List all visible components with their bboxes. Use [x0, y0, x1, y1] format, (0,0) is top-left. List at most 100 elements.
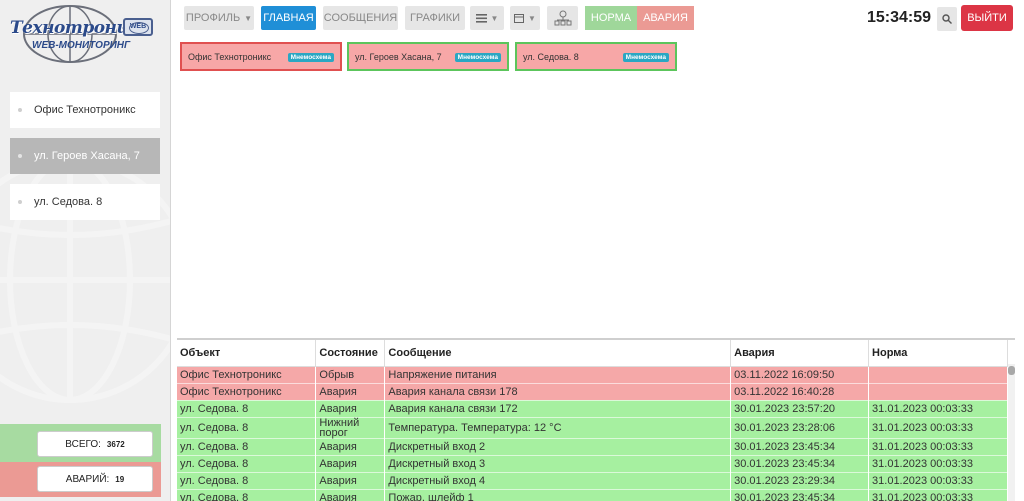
table-row[interactable]: ул. Седова. 8 Авария Дискретный вход 3 30.0…: [177, 455, 1008, 473]
table-cell: 31.01.2023 00:03:33: [868, 489, 1008, 501]
card-label: ул. Героев Хасана, 7: [355, 51, 442, 62]
table-cell: Дискретный вход 2: [384, 438, 732, 456]
column-header-object[interactable]: Объект: [177, 340, 317, 367]
table-scrollbar[interactable]: [1008, 364, 1015, 501]
table-cell: Авария: [315, 400, 386, 418]
table-cell: 31.01.2023 00:03:33: [868, 438, 1008, 456]
table-cell: 30.01.2023 23:29:34: [730, 472, 870, 490]
sidebar-item-label: Офис Технотроникс: [34, 104, 136, 116]
alarms-count-button[interactable]: АВАРИЙ: 19: [37, 466, 153, 492]
column-header-norm[interactable]: Норма: [868, 340, 1008, 367]
total-panel: ВСЕГО: 3672: [0, 424, 161, 462]
table-row[interactable]: ул. Седова. 8 Авария Пожар, шлейф 1 30.01.2…: [177, 489, 1008, 501]
table-cell: 31.01.2023 00:03:33: [868, 400, 1008, 418]
main-button[interactable]: ГЛАВНАЯ: [261, 6, 316, 30]
table-cell: Напряжение питания: [384, 366, 732, 384]
alarms-panel: АВАРИЙ: 19: [0, 462, 161, 497]
table-cell: Дискретный вход 3: [384, 455, 732, 473]
network-scheme-icon: [554, 10, 571, 26]
logo-badge: WEB: [123, 18, 153, 36]
table-cell: Пожар, шлейф 1: [384, 489, 732, 501]
column-header-alarm[interactable]: Авария: [730, 340, 870, 367]
top-toolbar: ПРОФИЛЬ ▼ ГЛАВНАЯ СООБЩЕНИЯ ГРАФИКИ ▼ ▼ …: [171, 0, 1024, 38]
sidebar: Технотроникс WEB-МОНИТОРИНГ WEB Офис Тех…: [0, 0, 171, 501]
table-cell: Обрыв: [315, 366, 386, 384]
table-cell: Авария: [315, 472, 386, 490]
table-cell: ул. Седова. 8: [177, 455, 317, 473]
state-filter: НОРМА АВАРИЯ: [585, 6, 694, 30]
scheme-button[interactable]: [547, 6, 578, 30]
calendar-icon: [514, 14, 525, 23]
table-cell: 30.01.2023 23:45:34: [730, 455, 870, 473]
table-row[interactable]: Офис Технотроникс Авария Авария канала свя…: [177, 383, 1008, 401]
logout-button[interactable]: ВЫЙТИ: [961, 5, 1013, 31]
column-header-state[interactable]: Состояние: [315, 340, 386, 367]
app-logo[interactable]: Технотроникс WEB-МОНИТОРИНГ WEB: [2, 4, 168, 66]
table-cell: 31.01.2023 00:03:33: [868, 472, 1008, 490]
table-cell: Авария канала связи 172: [384, 400, 732, 418]
calendar-menu-button[interactable]: ▼: [510, 6, 540, 30]
table-cell: ул. Седова. 8: [177, 472, 317, 490]
bullet-icon: [18, 200, 22, 204]
bullet-icon: [18, 154, 22, 158]
object-list: Офис Технотроникс ул. Героев Хасана, 7 у…: [10, 92, 160, 230]
table-cell: Авария: [315, 455, 386, 473]
table-row[interactable]: ул. Седова. 8 Авария Авария канала связи 1…: [177, 400, 1008, 418]
messages-button[interactable]: СООБЩЕНИЯ: [323, 6, 398, 30]
table-cell: 30.01.2023 23:57:20: [730, 400, 870, 418]
object-card-office[interactable]: Офис Технотроникс Мнемосхема: [180, 42, 342, 71]
norm-filter-button[interactable]: НОРМА: [585, 6, 637, 30]
table-header-row: Объект Состояние Сообщение Авария Норма: [177, 340, 1008, 367]
table-cell: 03.11.2022 16:09:50: [730, 366, 870, 384]
table-cell: Дискретный вход 4: [384, 472, 732, 490]
object-card-sedova[interactable]: ул. Седова. 8 Мнемосхема: [515, 42, 677, 71]
logo-subtitle: WEB-МОНИТОРИНГ: [32, 40, 131, 51]
mnemoscheme-badge[interactable]: Мнемосхема: [287, 53, 334, 62]
sidebar-item-geroev-hasana[interactable]: ул. Героев Хасана, 7: [10, 138, 160, 174]
table-cell: 03.11.2022 16:40:28: [730, 383, 870, 401]
card-label: ул. Седова. 8: [523, 51, 579, 62]
sidebar-item-label: ул. Седова. 8: [34, 196, 103, 208]
sidebar-item-office[interactable]: Офис Технотроникс: [10, 92, 160, 128]
search-icon: [942, 14, 952, 24]
table-cell: 30.01.2023 23:45:34: [730, 489, 870, 501]
table-row[interactable]: ул. Седова. 8 Авария Дискретный вход 4 30.0…: [177, 472, 1008, 490]
table-cell: 31.01.2023 00:03:33: [868, 455, 1008, 473]
table-cell: ул. Седова. 8: [177, 417, 317, 439]
mnemoscheme-badge[interactable]: Мнемосхема: [622, 53, 669, 62]
total-label: ВСЕГО:: [65, 438, 101, 450]
sidebar-item-sedova[interactable]: ул. Седова. 8: [10, 184, 160, 220]
sidebar-item-label: ул. Героев Хасана, 7: [34, 150, 140, 162]
scrollbar-thumb[interactable]: [1008, 366, 1015, 375]
table-cell: ул. Седова. 8: [177, 438, 317, 456]
charts-button[interactable]: ГРАФИКИ: [405, 6, 465, 30]
table-cell: ул. Седова. 8: [177, 400, 317, 418]
table-cell: 30.01.2023 23:28:06: [730, 417, 870, 439]
list-menu-button[interactable]: ▼: [470, 6, 504, 30]
table-cell: [868, 383, 1008, 401]
events-table: Объект Состояние Сообщение Авария Норма …: [177, 340, 1008, 501]
total-count-button[interactable]: ВСЕГО: 3672: [37, 431, 153, 457]
table-cell: Нижний порог: [315, 417, 386, 439]
alarm-filter-button[interactable]: АВАРИЯ: [637, 6, 694, 30]
table-row[interactable]: ул. Седова. 8 Нижний порог Температура. Те…: [177, 417, 1008, 439]
table-cell: Авария: [315, 438, 386, 456]
events-table-panel: Объект Состояние Сообщение Авария Норма …: [177, 338, 1015, 501]
table-cell: Авария канала связи 178: [384, 383, 732, 401]
table-cell: Температура. Температура: 12 °C: [384, 417, 732, 439]
table-cell: Авария: [315, 383, 386, 401]
mnemoscheme-badge[interactable]: Мнемосхема: [454, 53, 501, 62]
profile-dropdown[interactable]: ПРОФИЛЬ ▼: [184, 6, 254, 30]
alarms-value: 19: [115, 474, 125, 484]
table-cell: Офис Технотроникс: [177, 366, 317, 384]
card-label: Офис Технотроникс: [188, 51, 272, 62]
column-header-message[interactable]: Сообщение: [384, 340, 732, 367]
caret-down-icon: ▼: [528, 13, 536, 23]
object-card-geroev-hasana[interactable]: ул. Героев Хасана, 7 Мнемосхема: [347, 42, 509, 71]
table-row[interactable]: Офис Технотроникс Обрыв Напряжение питания…: [177, 366, 1008, 384]
bullet-icon: [18, 108, 22, 112]
table-row[interactable]: ул. Седова. 8 Авария Дискретный вход 2 30.0…: [177, 438, 1008, 456]
profile-label: ПРОФИЛЬ: [185, 12, 241, 24]
search-button[interactable]: [937, 7, 957, 31]
caret-down-icon: ▼: [244, 13, 253, 23]
